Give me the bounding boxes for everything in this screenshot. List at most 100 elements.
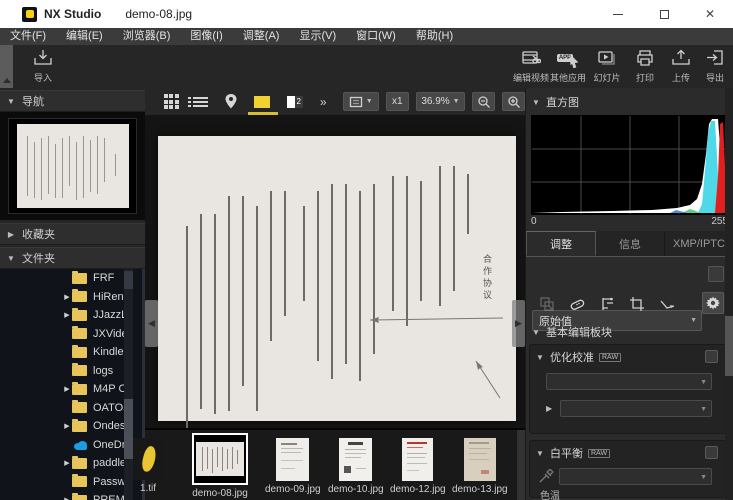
scrollbar-thumb[interactable] [124, 399, 133, 459]
menu-edit[interactable]: 编辑(E) [56, 28, 113, 45]
retouch-brush-icon[interactable] [562, 297, 592, 312]
zoom-out-button[interactable] [472, 92, 495, 111]
filmstrip-scrollbar[interactable] [517, 430, 525, 500]
caret-down-icon: ▼ [530, 353, 550, 362]
gear-icon [706, 296, 720, 310]
tab-xmp-iptc[interactable]: XMP/IPTC [665, 231, 733, 256]
minimize-button[interactable] [595, 0, 641, 28]
map-view-button[interactable] [216, 88, 246, 115]
gray-point-sampler-icon[interactable] [538, 469, 554, 484]
expand-arrow-icon[interactable]: ▶ [62, 385, 72, 393]
tab-info[interactable]: 信息 [596, 231, 665, 256]
previous-image-button[interactable]: ◀ [145, 300, 158, 347]
right-panel-scrollbar[interactable] [725, 88, 733, 500]
slideshow-button[interactable]: 幻灯片 [586, 47, 628, 86]
white-balance-checkbox[interactable] [705, 446, 718, 459]
copy-adjustments-icon[interactable] [532, 296, 562, 312]
straighten-icon[interactable] [652, 297, 682, 312]
filmstrip-item-demo12[interactable]: demo-12.jpg [390, 438, 446, 495]
chevron-down-icon: ▼ [453, 98, 460, 105]
other-apps-button[interactable]: APP 其他应用 [547, 47, 589, 86]
chevron-down-icon: ▼ [700, 406, 707, 413]
compare-view-button[interactable]: 2 [279, 88, 311, 115]
favorites-section-header[interactable]: ▶ 收藏夹 [0, 223, 145, 245]
menu-image[interactable]: 图像(I) [180, 28, 232, 45]
menu-adjust[interactable]: 调整(A) [233, 28, 290, 45]
photo-document: 合作协议 [158, 136, 516, 421]
export-button[interactable]: 导出 [694, 47, 733, 86]
zoom-1to1-button[interactable]: x1 [386, 92, 409, 111]
expand-arrow-icon[interactable]: ▶ [62, 459, 72, 467]
more-tools-chevron[interactable]: » [311, 88, 336, 115]
zoom-in-button[interactable] [502, 92, 525, 111]
edit-video-button[interactable]: 编辑视频 [510, 47, 552, 86]
folder-tree: FRF ▶ HiRend ▶ JJazzLa JXVide Kindle log… [0, 269, 145, 500]
tab-adjustments[interactable]: 调整 [526, 231, 596, 256]
zoom-level-dropdown[interactable]: 36.9% ▼ [416, 92, 466, 111]
crop-icon[interactable] [622, 296, 652, 312]
picture-control-checkbox[interactable] [705, 350, 718, 363]
toolbar-collapse-handle[interactable] [0, 45, 13, 88]
annotation-arrows [158, 136, 516, 421]
upload-icon [671, 47, 691, 69]
white-balance-dropdown[interactable]: ▼ [559, 468, 712, 485]
folder-icon [72, 273, 87, 284]
grid-view-button[interactable] [157, 88, 186, 115]
image-view-button[interactable] [246, 88, 278, 115]
menu-window[interactable]: 窗口(W) [346, 28, 406, 45]
app-logo-icon [22, 7, 37, 22]
raw-badge: RAW [599, 353, 621, 362]
navigation-preview [0, 112, 145, 220]
expand-arrow-icon[interactable]: ▶ [62, 422, 72, 430]
folder-icon [72, 384, 87, 395]
color-control-point-icon[interactable] [592, 296, 622, 312]
picture-control-dropdown[interactable]: ▼ [546, 373, 712, 390]
expand-arrow-icon[interactable]: ▶ [62, 293, 72, 301]
histogram-axis-labels: 0 255 [531, 216, 728, 227]
next-image-button[interactable]: ▶ [512, 300, 525, 347]
filmstrip-item-demo08-selected[interactable]: demo-08.jpg [192, 433, 248, 499]
print-icon [635, 47, 655, 69]
picture-control-header[interactable]: ▼ 优化校准 RAW [530, 345, 726, 369]
filmstrip-item-demo13[interactable]: demo-13.jpg [452, 438, 508, 495]
filmstrip-item-demo10[interactable]: demo-10.jpg [328, 438, 384, 495]
tools-settings-button[interactable] [702, 292, 724, 314]
expand-arrow-icon[interactable]: ▶ [62, 311, 72, 319]
other-apps-icon: APP [557, 47, 579, 69]
chevron-down-icon: ▼ [690, 317, 697, 324]
filmstrip-item-demo09[interactable]: demo-09.jpg [265, 438, 321, 495]
menu-browser[interactable]: 浏览器(B) [113, 28, 181, 45]
close-button[interactable]: ✕ [687, 0, 733, 28]
menu-file[interactable]: 文件(F) [0, 28, 56, 45]
video-edit-icon [521, 47, 541, 69]
expand-arrow-icon[interactable]: ▶ [546, 404, 552, 413]
image-canvas[interactable]: 合作协议 ◀ ▶ [145, 115, 525, 428]
folder-scrollbar[interactable] [124, 269, 133, 500]
maximize-button[interactable] [641, 0, 687, 28]
menu-view[interactable]: 显示(V) [289, 28, 346, 45]
expand-arrow-icon[interactable]: ▶ [62, 496, 72, 500]
filmstrip-item-tif[interactable]: 1.tif [133, 438, 163, 494]
title-bar: NX Studio demo-08.jpg ✕ [0, 0, 733, 28]
fit-to-screen-button[interactable]: ▼ [343, 92, 379, 111]
white-balance-header[interactable]: ▼ 白平衡 RAW [530, 441, 726, 465]
navigation-section-header[interactable]: ▼ 导航 [0, 90, 145, 112]
folder-icon [72, 495, 87, 500]
picture-control-sub-dropdown[interactable]: ▼ [560, 400, 712, 417]
slideshow-icon [597, 47, 617, 69]
preset-save-button[interactable] [708, 266, 724, 282]
export-icon [705, 47, 725, 69]
menu-help[interactable]: 帮助(H) [406, 28, 463, 45]
folder-icon [72, 347, 87, 358]
navigation-thumbnail[interactable] [8, 118, 137, 214]
import-icon [33, 47, 53, 69]
basic-edit-section-header[interactable]: ▼ 基本编辑板块 [526, 320, 612, 344]
scrollbar-thumb[interactable] [725, 316, 733, 376]
list-view-button[interactable] [186, 88, 216, 115]
nx-studio-window: NX Studio demo-08.jpg ✕ 文件(F) 编辑(E) 浏览器(… [0, 0, 733, 500]
histogram-section-header[interactable]: ▼ 直方图 [526, 90, 733, 114]
folder-icon [72, 402, 87, 413]
folders-section-header[interactable]: ▼ 文件夹 [0, 247, 145, 269]
import-button[interactable]: 导入 [22, 47, 64, 86]
right-sidebar: ▼ 直方图 RGB ▼ 0 255 调整 信息 XMP/IPTC [525, 88, 733, 500]
